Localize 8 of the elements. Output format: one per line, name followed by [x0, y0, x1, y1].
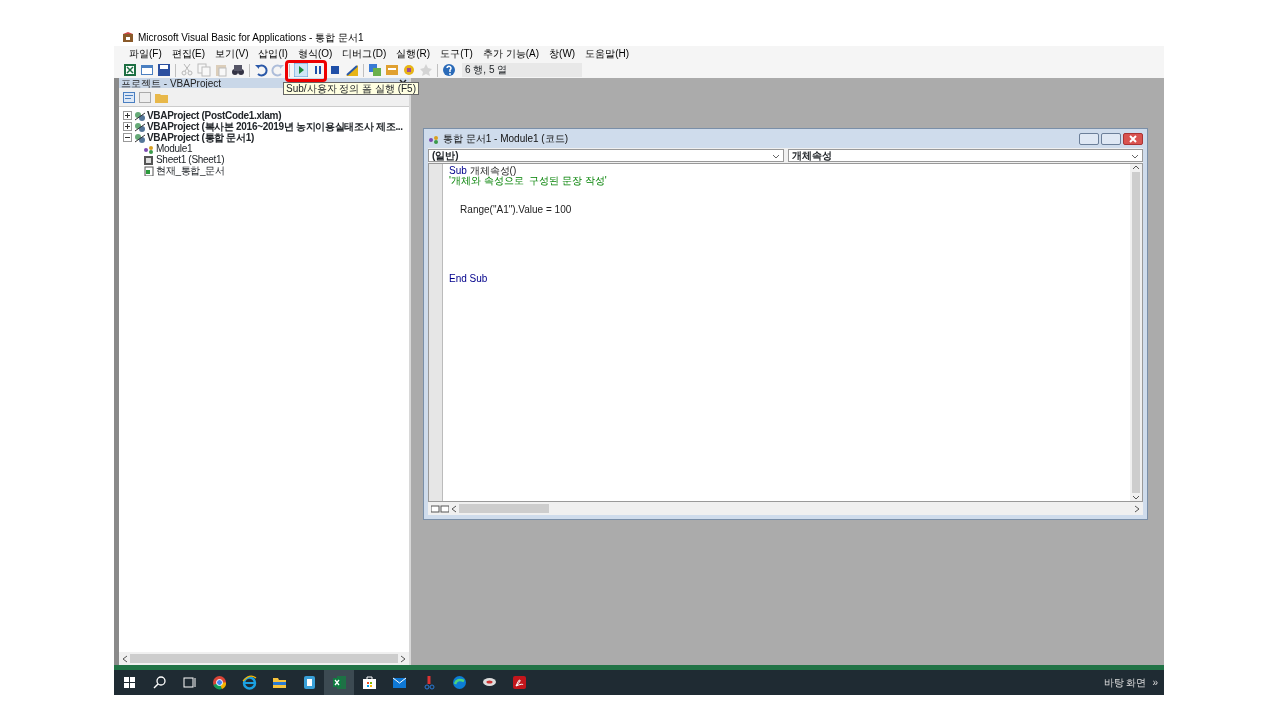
panel-title: 프로젝트 - VBAProject: [121, 77, 222, 89]
code-line: Range("A1").Value = 100: [459, 204, 572, 216]
window-title: 통합 문서1 - Module1 (코드): [443, 133, 569, 144]
window-title: Microsoft Visual Basic for Applications - 통합 문서1: [138, 31, 364, 43]
cursor-position: 6 행, 5 열: [462, 63, 582, 77]
code-line: Sub 개체속성(): [449, 165, 517, 176]
code-line: End Sub: [449, 272, 488, 284]
tooltip: Sub/사용자 정의 폼 실행 (F5): [283, 82, 419, 95]
